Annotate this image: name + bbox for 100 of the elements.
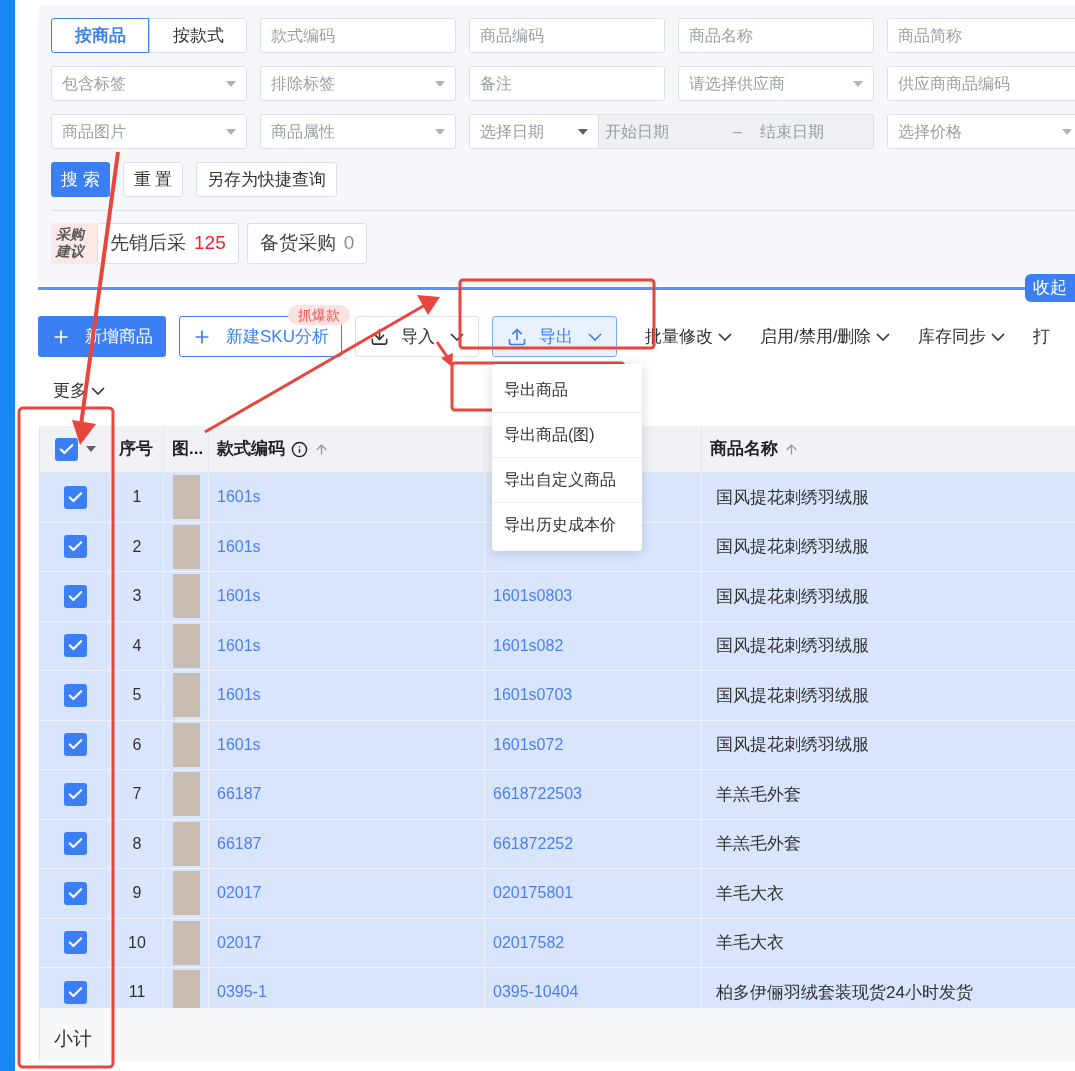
action-button[interactable]: 重 置 xyxy=(122,162,184,197)
purchase-tab[interactable]: 备货采购 0 xyxy=(246,223,368,264)
style-code-link[interactable]: 1601s xyxy=(217,534,261,559)
import-button[interactable]: 导入 xyxy=(354,316,479,357)
text-field[interactable]: 商品编码 xyxy=(469,18,665,53)
checkbox[interactable] xyxy=(63,733,87,757)
product-name: 国风提花刺绣羽绒服 xyxy=(716,684,869,707)
mode-tab[interactable]: 按款式 xyxy=(149,18,247,53)
style-code-link[interactable]: 66187 xyxy=(217,831,262,856)
toolbar-button[interactable]: 打 xyxy=(1033,316,1051,357)
column-header[interactable]: 商品名称 xyxy=(702,426,1075,472)
product-code-link[interactable]: 02017582 xyxy=(493,930,565,955)
product-code-link[interactable]: 1601s0703 xyxy=(493,683,573,708)
style-code-link[interactable]: 0395-1 xyxy=(217,980,267,1005)
caret-icon xyxy=(1062,128,1072,135)
checkbox[interactable] xyxy=(55,437,78,461)
select-field[interactable]: 商品属性 xyxy=(260,114,456,149)
product-code-link[interactable]: 1601s072 xyxy=(493,732,564,757)
sort-icon[interactable] xyxy=(314,441,329,457)
style-code-link[interactable]: 1601s xyxy=(217,683,261,708)
product-code-link[interactable]: 020175801 xyxy=(493,881,574,906)
select-field[interactable]: 包含标签 xyxy=(51,66,247,101)
column-header[interactable]: 款式编码 xyxy=(209,426,485,472)
select-field[interactable]: 商品图片 xyxy=(51,114,247,149)
menu-item[interactable]: 导出历史成本价 xyxy=(491,503,642,547)
product-code-link[interactable]: 1601s0803 xyxy=(493,584,573,609)
row-number: 4 xyxy=(132,635,142,656)
checkbox[interactable] xyxy=(63,782,87,806)
more-menu-button[interactable]: 更多 xyxy=(53,378,105,404)
export-button[interactable]: 导出 xyxy=(491,316,617,357)
column-header[interactable]: 序号 xyxy=(111,426,164,472)
start-date-placeholder: 开始日期 xyxy=(605,121,670,142)
count-label: 0 xyxy=(343,231,355,256)
checkbox[interactable] xyxy=(63,634,87,658)
product-name: 国风提花刺绣羽绒服 xyxy=(716,486,869,509)
info-icon xyxy=(291,440,308,458)
menu-item[interactable]: 导出商品 xyxy=(491,368,642,412)
style-code-link[interactable]: 02017 xyxy=(217,881,262,906)
purchase-tab[interactable]: 先销后采 125 xyxy=(97,223,239,264)
checkbox[interactable] xyxy=(63,832,87,856)
product-name: 羊羔毛外套 xyxy=(716,833,801,855)
checkbox[interactable] xyxy=(63,584,87,608)
photo-placeholder xyxy=(172,475,200,520)
style-code-link[interactable]: 1601s xyxy=(217,633,261,658)
action-button[interactable]: 另存为快捷查询 xyxy=(196,162,338,197)
select-field[interactable]: 排除标签 xyxy=(260,66,456,101)
select-field[interactable]: 请选择供应商 xyxy=(678,66,874,101)
style-code-link[interactable]: 66187 xyxy=(217,782,262,807)
menu-item[interactable]: 导出商品(图) xyxy=(491,413,642,457)
chevron-down-icon xyxy=(91,387,105,395)
date-range-field[interactable]: 开始日期 – 结束日期 xyxy=(599,114,874,149)
caret-icon xyxy=(578,128,588,135)
text-field[interactable]: 商品简称 xyxy=(887,18,1075,53)
row-number: 9 xyxy=(132,883,142,904)
product-code-link[interactable]: 1601s082 xyxy=(493,633,564,658)
dropdown-menu-button[interactable]: 启用/禁用/删除 xyxy=(759,316,891,357)
checkbox[interactable] xyxy=(63,980,87,1004)
row-number: 8 xyxy=(132,833,142,854)
dropdown-menu-button[interactable]: 库存同步 xyxy=(918,316,1006,357)
select-field[interactable]: 选择日期 xyxy=(469,114,599,149)
style-code-link[interactable]: 02017 xyxy=(217,930,262,955)
caret-icon xyxy=(226,128,236,135)
range-separator: – xyxy=(733,121,742,142)
checkbox[interactable] xyxy=(63,683,87,707)
select-field[interactable]: 选择价格 xyxy=(887,114,1075,149)
menu-item[interactable]: 导出自定义商品 xyxy=(491,458,642,502)
product-code-link[interactable]: 0395-10404 xyxy=(493,980,579,1005)
text-field[interactable]: 商品名称 xyxy=(678,18,874,53)
chevron-down-icon xyxy=(587,332,602,341)
search-button[interactable]: 搜 索 xyxy=(51,162,110,197)
product-code-link[interactable]: 6618722503 xyxy=(493,782,582,807)
caret-icon xyxy=(226,80,236,87)
checkbox[interactable] xyxy=(63,881,87,905)
photo-placeholder xyxy=(172,524,200,569)
row-number: 1 xyxy=(132,487,142,508)
photo-placeholder xyxy=(172,970,200,1008)
text-field[interactable]: 备注 xyxy=(469,66,665,101)
product-code-link[interactable]: 661872252 xyxy=(493,831,574,856)
style-code-link[interactable]: 1601s xyxy=(217,732,261,757)
caret-icon xyxy=(435,80,445,87)
style-code-link[interactable]: 1601s xyxy=(217,584,261,609)
text-field[interactable]: 供应商商品编码 xyxy=(887,66,1075,101)
checkbox[interactable] xyxy=(63,931,87,955)
row-number: 11 xyxy=(128,982,146,1003)
mode-tab[interactable]: 按商品 xyxy=(51,18,149,53)
column-header[interactable]: 图... xyxy=(164,426,209,472)
caret-icon xyxy=(435,128,445,135)
product-name: 国风提花刺绣羽绒服 xyxy=(716,585,869,608)
text-field[interactable]: 款式编码 xyxy=(260,18,456,53)
style-code-link[interactable]: 1601s xyxy=(217,485,261,510)
end-date-placeholder: 结束日期 xyxy=(759,121,824,142)
count-label: 125 xyxy=(194,231,226,256)
photo-placeholder xyxy=(172,821,200,866)
product-name: 国风提花刺绣羽绒服 xyxy=(716,635,869,657)
checkbox[interactable] xyxy=(63,535,87,559)
sort-icon[interactable] xyxy=(784,441,799,457)
checkbox[interactable] xyxy=(63,485,87,509)
row-number: 5 xyxy=(132,685,142,706)
collapse-button[interactable]: 收起 xyxy=(1025,274,1075,302)
subtotal-label: 小计 xyxy=(54,1026,92,1051)
